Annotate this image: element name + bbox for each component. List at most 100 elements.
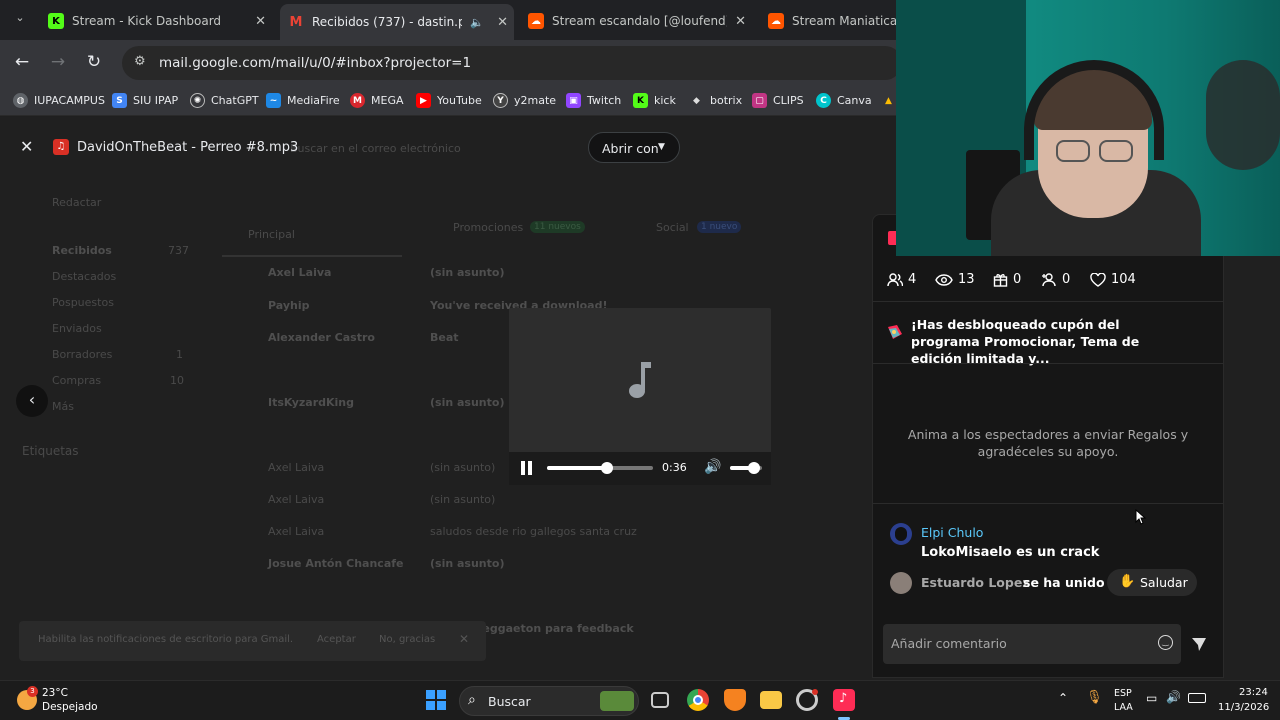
open-with-button[interactable]: Abrir con ▼ xyxy=(588,132,680,163)
tab-gmail[interactable]: M Recibidos (737) - dastin.prod@gn 🔈 ✕ xyxy=(280,4,514,40)
emoji-icon[interactable]: ‿ xyxy=(1158,635,1173,650)
row-sender: Payhip xyxy=(268,299,310,312)
toast-text: Habilita las notificaciones de escritori… xyxy=(38,634,294,645)
nav-sent: Enviados xyxy=(52,322,102,335)
show-hidden-icons[interactable]: ⌃ xyxy=(1058,691,1068,705)
fl-studio-icon[interactable] xyxy=(724,689,746,711)
tab-kick-dashboard[interactable]: K Stream - Kick Dashboard ✕ xyxy=(40,6,272,36)
bookmark-botrix[interactable]: ◆ botrix xyxy=(689,93,742,108)
bookmark-kick[interactable]: Kkick xyxy=(633,93,676,108)
social-badge: 1 nuevo xyxy=(697,221,742,233)
search-icon: ⌕ xyxy=(468,692,476,708)
close-tab-icon[interactable]: ✕ xyxy=(255,14,266,29)
close-projector-button[interactable]: ✕ xyxy=(20,137,33,156)
nav-purchases-count: 10 xyxy=(170,374,184,387)
promo-coupon-icon xyxy=(886,323,904,341)
nav-purchases: Compras xyxy=(52,374,102,387)
tab-search-button[interactable]: ⌄ xyxy=(10,11,30,29)
row-subject: (sin asunto) xyxy=(430,493,496,506)
seek-handle[interactable] xyxy=(601,462,614,474)
seek-slider[interactable] xyxy=(547,462,653,474)
bookmark-iupacampus[interactable]: ◍ IUPACAMPUS xyxy=(13,93,105,108)
nav-inbox-count: 737 xyxy=(168,244,189,257)
nav-inbox: Recibidos xyxy=(52,244,112,257)
row-subject: (sin asunto) xyxy=(430,396,505,409)
chatgpt-icon: ✺ xyxy=(190,93,205,108)
site-info-icon[interactable]: ⚙ xyxy=(134,54,146,69)
drive-icon: ▲ xyxy=(885,95,892,106)
file-name: DavidOnTheBeat - Perreo #8.mp3 xyxy=(77,140,299,155)
mega-icon: M xyxy=(350,93,365,108)
tab-title: Recibidos (737) - dastin.prod@gn xyxy=(312,15,462,29)
bookmark-canva[interactable]: C Canva xyxy=(816,93,872,108)
speaker-icon[interactable]: 🔈 xyxy=(470,16,484,29)
address-bar[interactable]: ⚙ mail.google.com/mail/u/0/#inbox?projec… xyxy=(122,46,902,80)
send-icon[interactable] xyxy=(1191,636,1207,652)
weather-desc: Despejado xyxy=(42,701,98,713)
promo-message[interactable]: ¡Has desbloqueado cupón del programa Pro… xyxy=(911,316,1189,367)
labels-heading: Etiquetas xyxy=(22,444,79,458)
join-username[interactable]: Estuardo Lopez xyxy=(921,575,1030,590)
volume-tray-icon[interactable]: 🔊 xyxy=(1166,690,1181,704)
url-text[interactable]: mail.google.com/mail/u/0/#inbox?projecto… xyxy=(159,55,471,71)
close-tab-icon[interactable]: ✕ xyxy=(497,15,508,30)
volume-handle[interactable] xyxy=(748,462,760,474)
battery-icon[interactable] xyxy=(1188,693,1206,703)
row-subject: Beat xyxy=(430,331,459,344)
file-explorer-icon[interactable] xyxy=(760,691,782,709)
network-icon[interactable]: ▭ xyxy=(1146,691,1157,705)
avatar[interactable] xyxy=(890,572,912,594)
heart-icon xyxy=(1090,272,1106,287)
bookmark-youtube[interactable]: ▶ YouTube xyxy=(416,93,482,108)
tab-soundcloud-escandalo[interactable]: ☁ Stream escandalo [@loufend] by [@a ✕ xyxy=(520,6,752,36)
previous-file-button[interactable]: ‹ xyxy=(16,385,48,417)
back-button[interactable]: ← xyxy=(10,52,34,72)
users-icon xyxy=(887,272,903,286)
forward-button[interactable]: → xyxy=(46,52,70,72)
follow-icon xyxy=(1042,272,1056,286)
greet-button[interactable]: ✋ Saludar xyxy=(1107,569,1197,596)
row-sender: Alexander Castro xyxy=(268,331,375,344)
tiktok-icon[interactable]: ♪ xyxy=(833,689,855,711)
bookmark-clips[interactable]: ▢ CLIPS xyxy=(752,93,804,108)
comment-username[interactable]: Elpi Chulo xyxy=(921,525,983,540)
microphone-icon[interactable]: 🎙 xyxy=(1086,690,1103,705)
weather-widget[interactable]: 3 23°C Despejado xyxy=(14,686,124,716)
row-sender: Axel Laiva xyxy=(268,461,325,474)
nav-drafts: Borradores xyxy=(52,348,113,361)
tab-title: Stream escandalo [@loufend] by [@a xyxy=(552,14,727,28)
avatar[interactable] xyxy=(890,523,912,545)
bookmark-mega[interactable]: M MEGA xyxy=(350,93,404,108)
close-tab-icon[interactable]: ✕ xyxy=(735,14,746,29)
toast-decline-button[interactable]: No, gracias xyxy=(379,634,435,645)
viewers-stat: 4 xyxy=(887,272,916,287)
volume-slider[interactable] xyxy=(730,462,762,474)
toast-close-icon[interactable]: ✕ xyxy=(459,632,469,646)
language-top[interactable]: ESP xyxy=(1114,688,1132,699)
clock-time[interactable]: 23:24 xyxy=(1239,687,1268,698)
bookmark-siu-ipap[interactable]: S SIU IPAP xyxy=(112,93,178,108)
bookmark-twitch[interactable]: ▣ Twitch xyxy=(566,93,621,108)
taskbar-search[interactable]: ⌕ Buscar xyxy=(459,686,639,716)
bookmark-y2mate[interactable]: Yy2mate xyxy=(493,93,556,108)
divider xyxy=(873,363,1223,364)
row-subject: (sin asunto) xyxy=(430,461,496,474)
reload-button[interactable]: ↻ xyxy=(82,52,106,72)
tab-soundcloud-maniatica[interactable]: ☁ Stream Maniatica by [@ xyxy=(760,6,896,36)
task-view-icon[interactable] xyxy=(651,692,669,708)
wave-hand-icon: ✋ xyxy=(1119,574,1136,589)
tab-principal: Principal xyxy=(248,228,295,241)
bookmark-mediafire[interactable]: ~ MediaFire xyxy=(266,93,340,108)
comment-input[interactable]: Añadir comentario ‿ xyxy=(883,624,1181,664)
music-note-icon xyxy=(625,360,655,400)
clock-date[interactable]: 11/3/2026 xyxy=(1218,702,1269,713)
volume-icon[interactable]: 🔊 xyxy=(704,459,721,475)
bookmark-chatgpt[interactable]: ✺ ChatGPT xyxy=(190,93,259,108)
chrome-icon[interactable] xyxy=(687,689,709,711)
start-button[interactable] xyxy=(426,690,446,710)
notification-toast: Habilita las notificaciones de escritori… xyxy=(19,621,486,661)
weather-badge: 3 xyxy=(27,686,38,697)
pause-button[interactable] xyxy=(521,461,533,475)
toast-accept-button[interactable]: Aceptar xyxy=(317,634,356,645)
language-bottom[interactable]: LAA xyxy=(1114,702,1133,713)
